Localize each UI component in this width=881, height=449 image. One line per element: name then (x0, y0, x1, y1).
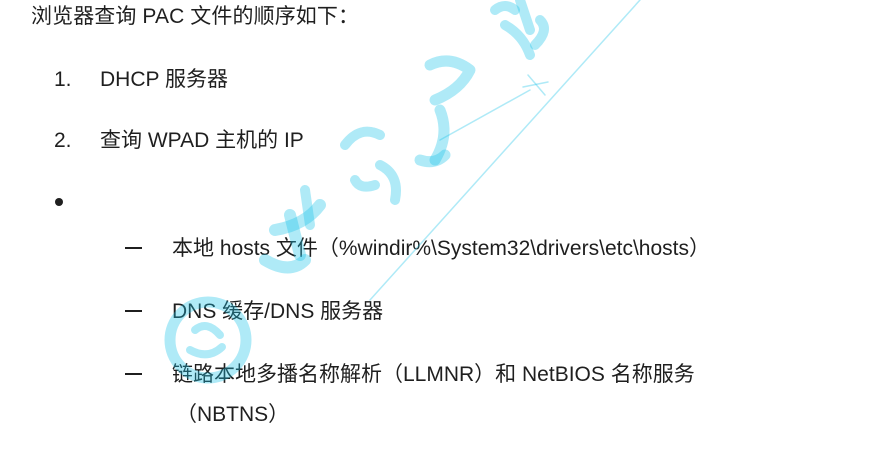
dash-marker (125, 373, 142, 375)
list-item-text: 查询 WPAD 主机的 IP (100, 129, 304, 152)
list-number: 2. (54, 129, 72, 152)
sub-list-item: DNS 缓存/DNS 服务器 (172, 300, 384, 323)
intro-text: 浏览器查询 PAC 文件的顺序如下： (31, 5, 360, 28)
document-page: 浏览器查询 PAC 文件的顺序如下： 1. DHCP 服务器 2. 查询 WPA… (0, 0, 881, 449)
list-item-text: DHCP 服务器 (100, 68, 228, 91)
sub-list-item: 链路本地多播名称解析（LLMNR）和 NetBIOS 名称服务 (172, 363, 695, 386)
sub-list-item-continuation: （NBTNS） (176, 403, 290, 426)
dash-marker (125, 310, 142, 312)
sub-list-item: 本地 hosts 文件（%windir%\System32\drivers\et… (172, 237, 710, 260)
bullet-point (55, 198, 63, 206)
list-number: 1. (54, 68, 72, 91)
dash-marker (125, 247, 142, 249)
